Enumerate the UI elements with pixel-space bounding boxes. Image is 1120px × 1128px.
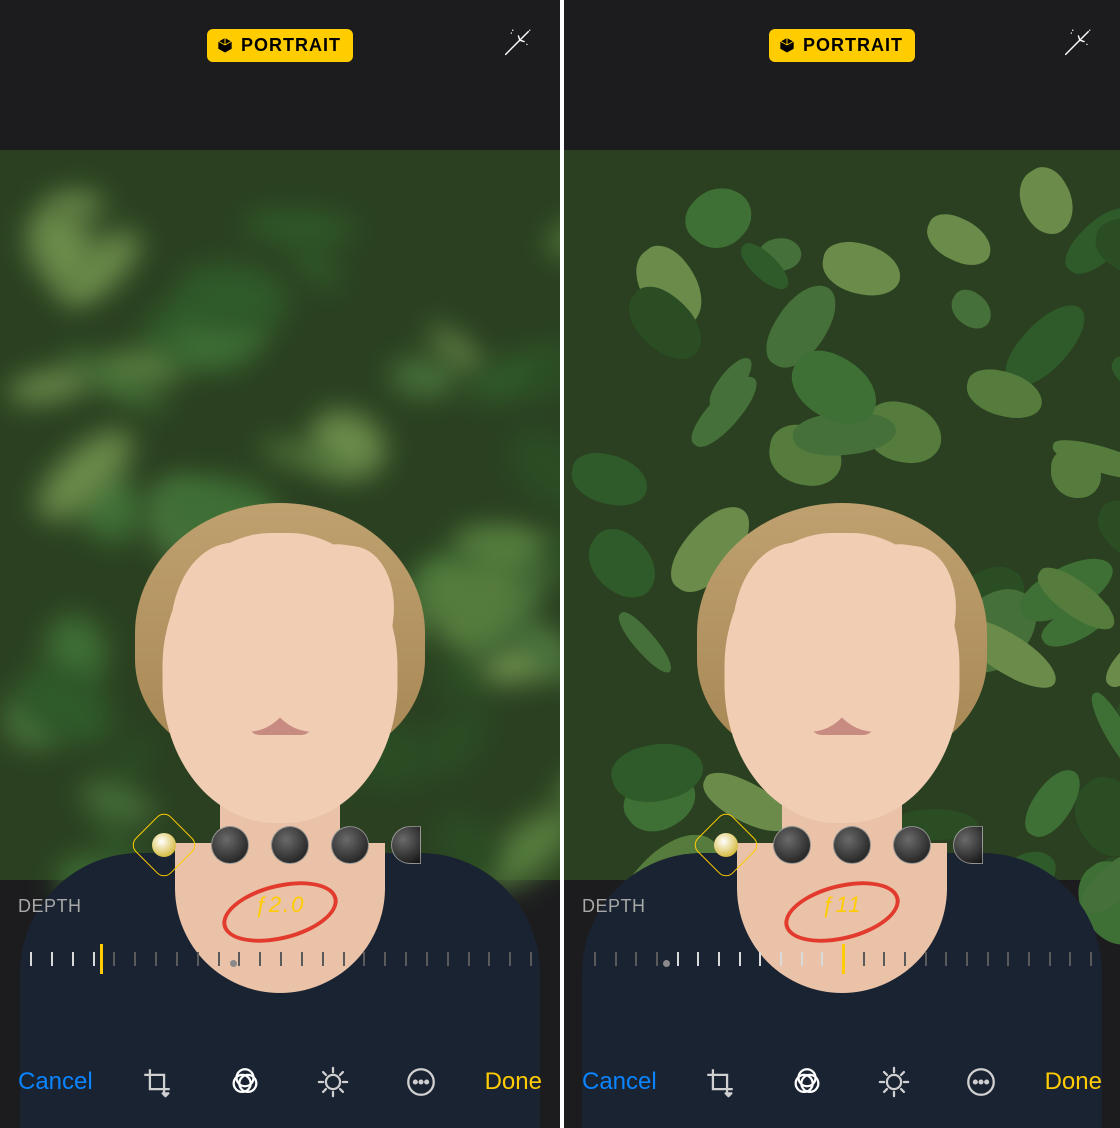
filters-tool-button[interactable] [783,1058,831,1106]
depth-slider-thumb[interactable] [100,944,103,974]
depth-slider[interactable] [30,944,530,976]
portrait-mode-badge[interactable]: PORTRAIT [769,29,915,62]
depth-slider[interactable] [594,944,1090,976]
cancel-button[interactable]: Cancel [582,1068,657,1096]
lighting-option-contour[interactable] [271,826,309,864]
editor-pane-left: PORTRAIT DEPTHƒ2.0 Cancel Done [0,0,560,1128]
adjust-tool-button[interactable] [309,1058,357,1106]
lighting-option-stage-mono[interactable] [391,826,421,864]
auto-enhance-button[interactable] [1060,26,1094,65]
photo-preview[interactable] [0,150,560,880]
depth-control: DEPTHƒ11 [564,890,1120,917]
lighting-option-contour[interactable] [833,826,871,864]
portrait-lighting-carousel[interactable] [0,820,560,870]
more-tool-button[interactable] [397,1058,445,1106]
lighting-option-stage[interactable] [893,826,931,864]
lighting-option-stage[interactable] [331,826,369,864]
portrait-lighting-carousel[interactable] [564,820,1120,870]
bottom-toolbar: Cancel Done [0,1036,560,1128]
auto-enhance-button[interactable] [500,26,534,65]
depth-control: DEPTHƒ2.0 [0,890,560,917]
lighting-option-natural[interactable] [701,820,751,870]
lighting-option-studio[interactable] [211,826,249,864]
crop-tool-button[interactable] [696,1058,744,1106]
adjust-tool-button[interactable] [870,1058,918,1106]
editor-pane-right: PORTRAIT DEPTHƒ11 Cancel Done [564,0,1120,1128]
bottom-toolbar: Cancel Done [564,1036,1120,1128]
filters-tool-button[interactable] [221,1058,269,1106]
portrait-badge-label: PORTRAIT [241,35,341,56]
depth-label: DEPTH [18,896,82,916]
lighting-option-natural[interactable] [139,820,189,870]
depth-default-indicator [230,960,237,967]
cancel-button[interactable]: Cancel [18,1068,93,1096]
photo-preview[interactable] [564,150,1120,880]
done-button[interactable]: Done [485,1068,542,1096]
depth-slider-thumb[interactable] [842,944,845,974]
depth-label: DEPTH [582,896,646,916]
lighting-option-studio[interactable] [773,826,811,864]
depth-default-indicator [663,960,670,967]
more-tool-button[interactable] [957,1058,1005,1106]
portrait-badge-label: PORTRAIT [803,35,903,56]
crop-tool-button[interactable] [133,1058,181,1106]
done-button[interactable]: Done [1045,1068,1102,1096]
portrait-mode-badge[interactable]: PORTRAIT [207,29,353,62]
lighting-option-stage-mono[interactable] [953,826,983,864]
